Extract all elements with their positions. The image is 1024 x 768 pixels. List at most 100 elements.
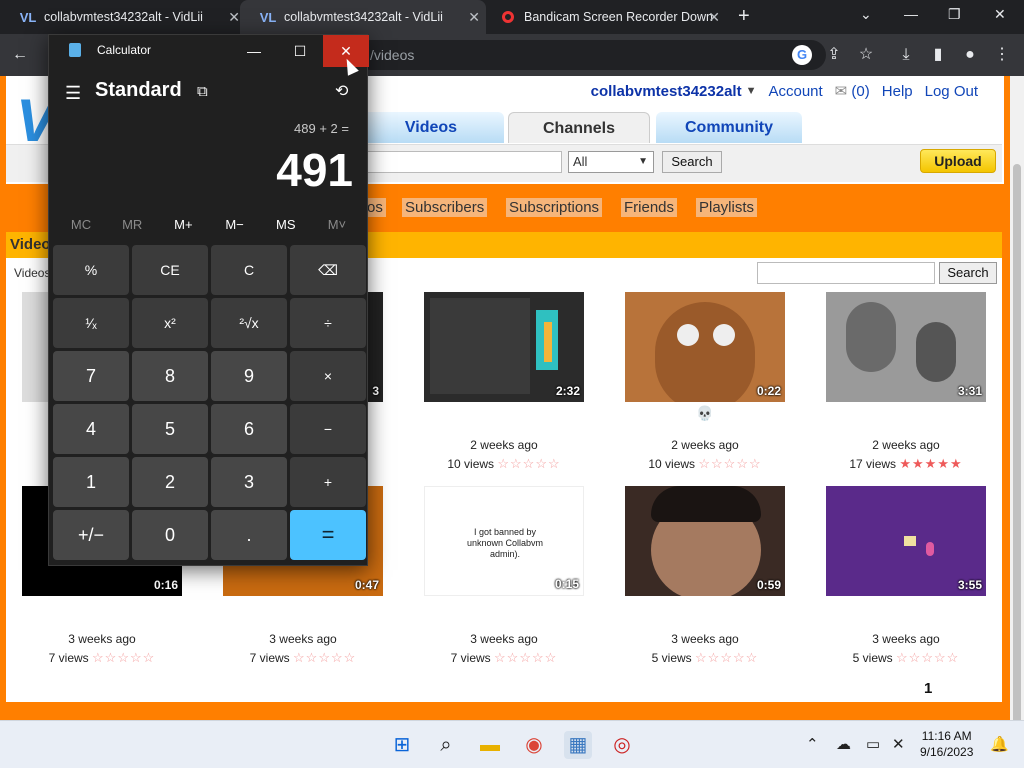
negate-key[interactable]: +/− bbox=[53, 510, 129, 560]
taskbar-clock[interactable]: 11:16 AM 9/16/2023 bbox=[920, 728, 973, 760]
menu-dots-icon[interactable]: ⋮ bbox=[992, 45, 1012, 65]
download-icon[interactable]: ⤓ bbox=[896, 45, 916, 65]
side-panel-icon[interactable]: ▮ bbox=[928, 45, 948, 65]
new-tab-button[interactable]: + bbox=[738, 5, 750, 28]
channel-link-playlists[interactable]: Playlists bbox=[696, 198, 758, 217]
channel-search-input[interactable] bbox=[757, 262, 935, 284]
video-title[interactable] bbox=[424, 596, 584, 632]
file-explorer-icon[interactable]: ▬ bbox=[476, 731, 504, 759]
channel-link-subscriptions[interactable]: Subscriptions bbox=[506, 198, 603, 217]
start-windows-icon[interactable]: ⊞ bbox=[388, 731, 416, 759]
backspace-key[interactable]: ⌫ bbox=[290, 245, 366, 295]
video-title[interactable] bbox=[424, 402, 584, 438]
search-category-select[interactable]: All ▼ bbox=[568, 151, 654, 173]
notification-bell-icon[interactable]: 🔔 bbox=[990, 735, 1009, 753]
digit-8-key[interactable]: 8 bbox=[132, 351, 208, 401]
square-key[interactable]: x² bbox=[132, 298, 208, 348]
inbox-link[interactable]: ✉ (0) bbox=[835, 82, 870, 100]
video-title[interactable] bbox=[826, 402, 986, 438]
divide-key[interactable]: ÷ bbox=[290, 298, 366, 348]
video-title[interactable] bbox=[22, 596, 182, 632]
tray-chevron-up-icon[interactable]: ⌃ bbox=[806, 735, 819, 753]
help-link[interactable]: Help bbox=[882, 83, 913, 100]
user-menu-chevron-icon[interactable]: ▼ bbox=[746, 85, 757, 97]
scrollbar-thumb[interactable] bbox=[1013, 164, 1021, 732]
logout-link[interactable]: Log Out bbox=[925, 83, 978, 100]
bookmark-star-icon[interactable]: ☆ bbox=[856, 45, 876, 65]
digit-4-key[interactable]: 4 bbox=[53, 404, 129, 454]
memory-recall-button[interactable]: MR bbox=[112, 217, 152, 232]
calculator-maximize-icon[interactable]: ☐ bbox=[277, 35, 323, 67]
chevron-down-icon[interactable]: ⌄ bbox=[860, 6, 872, 23]
tab-1[interactable]: VL collabvmtest34232alt - VidLii ✕ bbox=[0, 0, 246, 34]
clear-entry-key[interactable]: CE bbox=[132, 245, 208, 295]
share-icon[interactable]: ⇪ bbox=[824, 45, 844, 65]
search-icon[interactable]: ⌕ bbox=[432, 731, 460, 759]
minus-key[interactable]: − bbox=[290, 404, 366, 454]
username-link[interactable]: collabvmtest34232alt bbox=[591, 83, 742, 100]
back-icon[interactable]: ← bbox=[10, 45, 30, 65]
keep-on-top-icon[interactable]: ⧉ bbox=[197, 83, 208, 100]
onedrive-icon[interactable]: ☁ bbox=[836, 735, 851, 753]
tab-close-icon[interactable]: ✕ bbox=[468, 9, 480, 26]
memory-store-button[interactable]: MS bbox=[266, 217, 306, 232]
memory-clear-button[interactable]: MC bbox=[61, 217, 101, 232]
google-lens-icon[interactable]: G bbox=[792, 45, 812, 65]
video-card[interactable]: 0:59 3 weeks ago 5 views ☆☆☆☆☆ bbox=[625, 486, 785, 668]
memory-add-button[interactable]: M+ bbox=[163, 217, 203, 232]
page-number[interactable]: 1 bbox=[924, 680, 932, 697]
digit-6-key[interactable]: 6 bbox=[211, 404, 287, 454]
network-icon[interactable]: ▭ bbox=[866, 735, 880, 753]
nav-tab-channels[interactable]: Channels bbox=[508, 112, 650, 143]
decimal-key[interactable]: . bbox=[211, 510, 287, 560]
clear-key[interactable]: C bbox=[211, 245, 287, 295]
video-thumbnail[interactable]: 3:55 bbox=[826, 486, 986, 596]
video-thumbnail[interactable]: I got banned by unknown Collabvm admin).… bbox=[424, 486, 584, 596]
hamburger-menu-icon[interactable]: ☰ bbox=[65, 83, 81, 104]
history-icon[interactable]: ⟲ bbox=[335, 81, 348, 101]
bandicam-taskbar-icon[interactable]: ◎ bbox=[608, 731, 636, 759]
digit-5-key[interactable]: 5 bbox=[132, 404, 208, 454]
plus-key[interactable]: + bbox=[290, 457, 366, 507]
video-thumbnail[interactable]: 2:32 bbox=[424, 292, 584, 402]
reciprocal-key[interactable]: ¹⁄ₓ bbox=[53, 298, 129, 348]
video-card[interactable]: I got banned by unknown Collabvm admin).… bbox=[424, 486, 584, 668]
profile-icon[interactable]: ● bbox=[960, 45, 980, 65]
digit-0-key[interactable]: 0 bbox=[132, 510, 208, 560]
video-title[interactable] bbox=[223, 596, 383, 632]
memory-subtract-button[interactable]: M− bbox=[215, 217, 255, 232]
nav-tab-videos[interactable]: Videos bbox=[358, 112, 504, 143]
close-icon[interactable]: ✕ bbox=[994, 6, 1006, 23]
digit-2-key[interactable]: 2 bbox=[132, 457, 208, 507]
multiply-key[interactable]: × bbox=[290, 351, 366, 401]
tab-close-icon[interactable]: ✕ bbox=[228, 9, 240, 26]
video-card[interactable]: 2:32 2 weeks ago 10 views ☆☆☆☆☆ bbox=[424, 292, 584, 474]
tab-3[interactable]: Bandicam Screen Recorder Down ✕ bbox=[480, 0, 726, 34]
video-card[interactable]: 3:55 3 weeks ago 5 views ☆☆☆☆☆ bbox=[826, 486, 986, 668]
digit-1-key[interactable]: 1 bbox=[53, 457, 129, 507]
address-bar[interactable]: /videos bbox=[356, 40, 826, 70]
digit-7-key[interactable]: 7 bbox=[53, 351, 129, 401]
account-link[interactable]: Account bbox=[768, 83, 822, 100]
site-search-button[interactable]: Search bbox=[662, 151, 722, 173]
video-thumbnail[interactable]: 0:22 bbox=[625, 292, 785, 402]
video-title[interactable] bbox=[625, 596, 785, 632]
video-title[interactable] bbox=[826, 596, 986, 632]
chrome-icon[interactable]: ◉ bbox=[520, 731, 548, 759]
volume-muted-icon[interactable]: ✕ bbox=[892, 735, 905, 753]
digit-9-key[interactable]: 9 bbox=[211, 351, 287, 401]
square-root-key[interactable]: ²√x bbox=[211, 298, 287, 348]
tab-close-icon[interactable]: ✕ bbox=[708, 9, 720, 26]
percent-key[interactable]: % bbox=[53, 245, 129, 295]
channel-link-friends[interactable]: Friends bbox=[621, 198, 678, 217]
calculator-taskbar-icon[interactable]: ▦ bbox=[564, 731, 592, 759]
video-title[interactable]: 💀 bbox=[625, 402, 785, 438]
minimize-icon[interactable]: — bbox=[904, 6, 918, 22]
upload-button[interactable]: Upload bbox=[920, 149, 996, 173]
page-scrollbar[interactable] bbox=[1010, 76, 1024, 732]
nav-tab-community[interactable]: Community bbox=[656, 112, 802, 143]
video-thumbnail[interactable]: 0:59 bbox=[625, 486, 785, 596]
channel-link-subscribers[interactable]: Subscribers bbox=[402, 198, 488, 217]
video-card[interactable]: 0:22 💀 2 weeks ago 10 views ☆☆☆☆☆ bbox=[625, 292, 785, 474]
video-thumbnail[interactable]: 3:31 bbox=[826, 292, 986, 402]
